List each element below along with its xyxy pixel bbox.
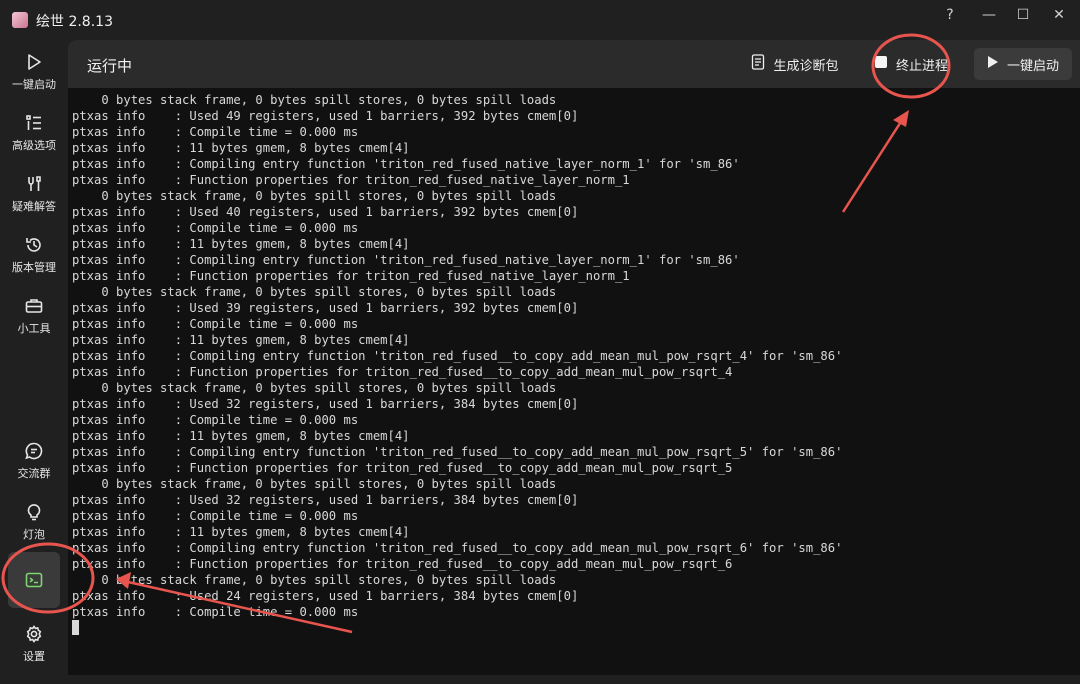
gear-icon: [0, 624, 68, 644]
console-line: ptxas info : Used 40 registers, used 1 b…: [72, 205, 579, 219]
tools-icon: [0, 174, 68, 194]
console-line: 0 bytes stack frame, 0 bytes spill store…: [72, 477, 557, 491]
close-button[interactable]: ✕: [1046, 6, 1072, 24]
console-line: 0 bytes stack frame, 0 bytes spill store…: [72, 285, 557, 299]
sidebar-item-label: 疑难解答: [12, 200, 56, 213]
console-line: 0 bytes stack frame, 0 bytes spill store…: [72, 381, 557, 395]
console-line: ptxas info : 11 bytes gmem, 8 bytes cmem…: [72, 141, 410, 155]
launch-button[interactable]: 一键启动: [974, 48, 1072, 80]
console-line: 0 bytes stack frame, 0 bytes spill store…: [72, 93, 557, 107]
console-line: ptxas info : Compiling entry function 't…: [72, 157, 740, 171]
play-icon: [987, 55, 999, 73]
console-line: ptxas info : Used 39 registers, used 1 b…: [72, 301, 579, 315]
console-line: 0 bytes stack frame, 0 bytes spill store…: [72, 573, 557, 587]
console-output[interactable]: 0 bytes stack frame, 0 bytes spill store…: [72, 92, 1076, 672]
sidebar-item-console[interactable]: [0, 570, 68, 630]
console-line: ptxas info : Compile time = 0.000 ms: [72, 413, 359, 427]
console-line: ptxas info : Used 32 registers, used 1 b…: [72, 493, 579, 507]
console-line: ptxas info : Function properties for tri…: [72, 365, 733, 379]
sidebar-item-versions[interactable]: 版本管理: [0, 235, 68, 295]
help-button[interactable]: ?: [937, 6, 963, 24]
history-icon: [0, 235, 68, 255]
console-icon: [0, 570, 68, 590]
launch-label: 一键启动: [1006, 58, 1059, 74]
console-line: ptxas info : Function properties for tri…: [72, 173, 630, 187]
console-line: ptxas info : Compile time = 0.000 ms: [72, 125, 359, 139]
window-title: 绘世 2.8.13: [36, 14, 113, 30]
console-line: ptxas info : Compiling entry function 't…: [72, 541, 843, 555]
main-panel: 运行中 生成诊断包 终止进程 一键启动 0 bytes stack frame,…: [68, 40, 1080, 675]
maximize-button[interactable]: ☐: [1010, 6, 1036, 24]
sidebar-item-troubleshoot[interactable]: 疑难解答: [0, 174, 68, 234]
console-line: ptxas info : Used 32 registers, used 1 b…: [72, 397, 579, 411]
stop-icon: [874, 55, 888, 73]
sidebar-item-bulb[interactable]: 灯泡: [0, 502, 68, 562]
play-icon: [0, 52, 68, 72]
minimize-button[interactable]: —: [976, 6, 1002, 24]
app-logo-icon: [12, 12, 28, 28]
sidebar-item-label: 交流群: [17, 467, 51, 480]
console-line: ptxas info : Function properties for tri…: [72, 461, 733, 475]
toolbox-icon: [0, 296, 68, 316]
console-line: ptxas info : Compile time = 0.000 ms: [72, 221, 359, 235]
generate-diagnostics-button[interactable]: 生成诊断包: [740, 48, 850, 80]
console-line: ptxas info : 11 bytes gmem, 8 bytes cmem…: [72, 333, 410, 347]
sidebar-item-label: 一键启动: [12, 78, 56, 91]
console-line: ptxas info : Function properties for tri…: [72, 269, 630, 283]
console-line: ptxas info : Compile time = 0.000 ms: [72, 317, 359, 331]
sidebar-item-label: 设置: [23, 650, 45, 663]
console-line: ptxas info : Function properties for tri…: [72, 557, 733, 571]
list-icon: [0, 113, 68, 133]
title-bar: 绘世 2.8.13 ? — ☐ ✕: [0, 0, 1080, 40]
sidebar-item-label: 小工具: [17, 322, 51, 335]
sidebar-item-community[interactable]: 交流群: [0, 441, 68, 501]
sidebar-item-advanced[interactable]: 高级选项: [0, 113, 68, 173]
console-line: ptxas info : Compiling entry function 't…: [72, 445, 843, 459]
document-icon: [751, 54, 765, 74]
console-line: ptxas info : Used 24 registers, used 1 b…: [72, 589, 579, 603]
generate-diagnostics-label: 生成诊断包: [773, 58, 839, 74]
stop-process-label: 终止进程: [895, 58, 948, 74]
bulb-icon: [0, 502, 68, 522]
page-title: 运行中: [87, 57, 133, 75]
console-line: ptxas info : Compile time = 0.000 ms: [72, 605, 359, 619]
sidebar-item-label: 高级选项: [12, 139, 56, 152]
sidebar-item-settings[interactable]: 设置: [0, 624, 68, 684]
sidebar-item-label: 灯泡: [23, 528, 45, 541]
console-line: ptxas info : 11 bytes gmem, 8 bytes cmem…: [72, 525, 410, 539]
sidebar-item-launch[interactable]: 一键启动: [0, 52, 68, 112]
console-line: ptxas info : 11 bytes gmem, 8 bytes cmem…: [72, 429, 410, 443]
chat-icon: [0, 441, 68, 461]
console-line: ptxas info : Compile time = 0.000 ms: [72, 509, 359, 523]
console-cursor: [72, 620, 79, 635]
console-line: ptxas info : Compiling entry function 't…: [72, 253, 740, 267]
console-line: ptxas info : 11 bytes gmem, 8 bytes cmem…: [72, 237, 410, 251]
console-line: 0 bytes stack frame, 0 bytes spill store…: [72, 189, 557, 203]
sidebar-item-tools[interactable]: 小工具: [0, 296, 68, 356]
panel-header: 运行中 生成诊断包 终止进程 一键启动: [68, 40, 1080, 88]
console-line: ptxas info : Compiling entry function 't…: [72, 349, 843, 363]
console-line: ptxas info : Used 49 registers, used 1 b…: [72, 109, 579, 123]
sidebar-item-label: 版本管理: [12, 261, 56, 274]
stop-process-button[interactable]: 终止进程: [866, 48, 956, 80]
